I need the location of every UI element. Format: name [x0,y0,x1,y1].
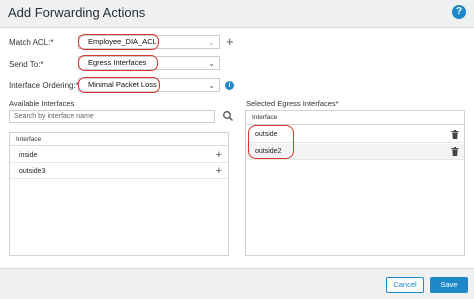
selected-interface-name: outside2 [255,148,282,155]
selected-interfaces-title: Selected Egress Interfaces* [246,99,339,108]
chevron-down-icon: ⌄ [208,38,215,47]
trash-icon[interactable] [451,130,459,139]
available-interface-name: inside [19,152,38,159]
selected-interface-name: outside [255,131,278,138]
selected-column-header: Interface [246,111,464,125]
chevron-down-icon: ⌄ [208,81,215,90]
help-icon[interactable]: ? [452,5,466,19]
dialog-title: Add Forwarding Actions [8,5,146,20]
trash-icon[interactable] [451,147,459,156]
interface-ordering-value: Minimal Packet Loss [88,80,157,89]
list-item[interactable]: outside [246,127,464,143]
interface-ordering-select[interactable]: Minimal Packet Loss ⌄ [78,78,220,92]
list-item[interactable]: outside3 + [10,164,228,179]
add-interface-plus-icon[interactable]: + [216,148,222,163]
send-to-value: Egress Interfaces [88,58,147,67]
save-button[interactable]: Save [430,277,468,293]
available-interfaces-list: Interface inside + outside3 + [9,132,229,256]
info-icon[interactable]: i [225,81,234,90]
cancel-button[interactable]: Cancel [386,277,424,293]
dialog-header: Add Forwarding Actions ? [0,0,474,28]
add-forwarding-actions-dialog: Add Forwarding Actions ? Match ACL:* Emp… [0,0,474,299]
search-placeholder: Search by interface name [14,113,94,120]
match-acl-value: Employee_DIA_ACL [88,37,157,46]
match-acl-select[interactable]: Employee_DIA_ACL ⌄ [78,35,220,49]
available-interfaces-title: Available Interfaces [9,99,75,108]
send-to-label: Send To:* [9,60,44,69]
list-item[interactable]: inside + [10,148,228,163]
interface-ordering-label: Interface Ordering:* [9,81,79,90]
chevron-down-icon: ⌄ [208,59,215,68]
selected-interfaces-list: Interface outside outside2 [245,110,465,256]
add-acl-plus-icon[interactable]: + [226,35,234,48]
search-icon[interactable] [222,110,234,122]
add-interface-plus-icon[interactable]: + [216,164,222,179]
list-item[interactable]: outside2 [246,144,464,160]
available-interface-name: outside3 [19,168,46,175]
interface-search-input[interactable]: Search by interface name [9,110,215,123]
match-acl-label: Match ACL:* [9,38,54,47]
send-to-select[interactable]: Egress Interfaces ⌄ [78,56,220,70]
available-column-header: Interface [10,133,228,146]
